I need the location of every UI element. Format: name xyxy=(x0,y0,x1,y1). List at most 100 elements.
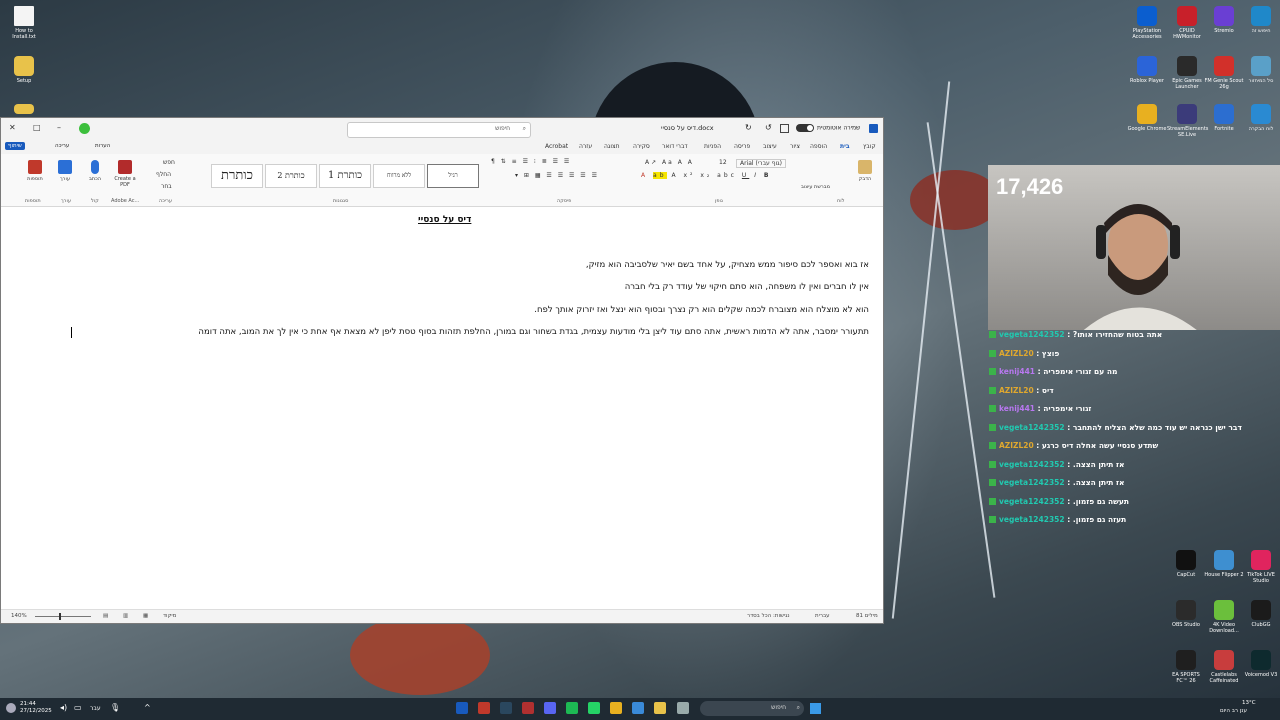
create-pdf-button[interactable]: Create a PDF xyxy=(113,160,137,188)
print-layout-icon[interactable]: ▤ xyxy=(103,613,108,619)
tab-references[interactable]: הפניות xyxy=(704,143,721,150)
undo-icon[interactable]: ↺ xyxy=(765,123,772,132)
desktop-icon[interactable]: PlayStation Accessories xyxy=(1127,6,1167,40)
taskview-app-icon[interactable] xyxy=(677,702,689,714)
mic-icon[interactable]: 🎙 xyxy=(110,703,120,712)
desktop-icon[interactable]: Voicemod V3 xyxy=(1241,650,1280,678)
style-heading-1[interactable]: כותרת 1 xyxy=(319,164,371,188)
desktop-icon[interactable]: CapCut xyxy=(1166,550,1206,578)
spotify-app-icon[interactable] xyxy=(566,702,578,714)
photos-app-icon[interactable] xyxy=(632,702,644,714)
font-size-select[interactable]: 12 xyxy=(719,159,727,166)
tab-review[interactable]: סקירה xyxy=(633,143,650,150)
style-heading-2[interactable]: כותרת 2 xyxy=(265,164,317,188)
share-button[interactable]: שיתוף xyxy=(5,142,25,150)
close-icon[interactable]: ✕ xyxy=(9,123,16,132)
zoom-level[interactable]: 140% xyxy=(11,613,27,619)
find-button[interactable]: חפש xyxy=(163,159,175,166)
chat-username[interactable]: vegeta1242352 xyxy=(999,478,1065,487)
whatsapp-app-icon[interactable] xyxy=(588,702,600,714)
document-title[interactable]: דיס על סנסיי.docx xyxy=(661,124,714,132)
tab-acrobat[interactable]: Acrobat xyxy=(545,143,568,150)
game-app-icon[interactable] xyxy=(478,702,490,714)
desktop-icon[interactable]: Epic Games Launcher xyxy=(1167,56,1207,90)
tab-view[interactable]: תצוגה xyxy=(604,143,620,150)
desktop-icon[interactable]: Stremio xyxy=(1204,6,1244,34)
desktop-icon[interactable]: TikTok LIVE Studio xyxy=(1241,550,1280,584)
search-input[interactable]: חיפוש xyxy=(495,125,510,132)
chat-username[interactable]: vegeta1242352 xyxy=(999,460,1065,469)
replace-button[interactable]: החלף xyxy=(156,171,171,178)
save-icon[interactable] xyxy=(780,124,789,133)
taskbar-search-input[interactable]: חיפוש xyxy=(771,704,786,711)
autosave-toggle[interactable]: שמירה אוטומטית xyxy=(796,124,860,132)
style-no-spacing[interactable]: ללא מרווח xyxy=(373,164,425,188)
accessibility-status[interactable]: נגישות: הכל בסדר xyxy=(747,613,790,619)
chat-username[interactable]: AZIZL20 xyxy=(999,386,1034,395)
paragraph-toolbar-row1[interactable]: ¶ ⇅ ≡ ☰ ⁝ ≣ ☰ ☰ xyxy=(491,158,571,165)
desktop-icon[interactable]: Fortnite xyxy=(1204,104,1244,132)
explorer-app-icon[interactable] xyxy=(654,702,666,714)
chat-username[interactable]: kenij441 xyxy=(999,404,1035,413)
desktop-icon[interactable]: Google Chrome xyxy=(1127,104,1167,132)
chat-username[interactable]: AZIZL20 xyxy=(999,441,1034,450)
search-box[interactable]: חיפוש ⌕ xyxy=(347,122,531,138)
tab-file[interactable]: קובץ xyxy=(863,143,876,150)
word-app-icon[interactable] xyxy=(456,702,468,714)
style-title[interactable]: כותרת xyxy=(211,164,263,188)
addins-button[interactable]: תוספות xyxy=(23,160,47,182)
tab-mailings[interactable]: דברי דואר xyxy=(662,143,688,150)
desktop-icon-how-to-install[interactable]: How to Install.txt xyxy=(4,6,44,40)
start-button[interactable] xyxy=(810,703,821,714)
chat-username[interactable]: AZIZL20 xyxy=(999,349,1034,358)
tab-insert[interactable]: הוספה xyxy=(810,143,827,150)
desktop-icon[interactable]: OBS Studio xyxy=(1166,600,1206,628)
desktop-icon[interactable]: FM Genie Scout 26g xyxy=(1204,56,1244,90)
select-button[interactable]: בחר xyxy=(161,183,172,190)
tab-draw[interactable]: ציור xyxy=(790,143,800,150)
font-grow-shrink[interactable]: A↗ Aa A A xyxy=(645,159,694,166)
media-app-icon[interactable] xyxy=(522,702,534,714)
format-painter-button[interactable]: מברשת עיצוב xyxy=(801,184,830,190)
chat-username[interactable]: vegeta1242352 xyxy=(999,515,1065,524)
font-format-row[interactable]: A ab A x² x₂ abc U I B xyxy=(641,172,771,179)
tab-home[interactable]: בית xyxy=(840,143,850,150)
speaker-icon[interactable]: ◂) xyxy=(60,703,67,712)
clock[interactable]: 21:44 27/12/2025 xyxy=(20,701,52,715)
dictate-button[interactable]: הכתב xyxy=(83,160,107,182)
chat-username[interactable]: kenij441 xyxy=(999,367,1035,376)
comments-button[interactable]: הערות xyxy=(95,143,110,149)
desktop-icon[interactable]: CPUID HWMonitor xyxy=(1167,6,1207,40)
steam-app-icon[interactable] xyxy=(500,702,512,714)
chat-username[interactable]: vegeta1242352 xyxy=(999,423,1065,432)
desktop-icon-folder[interactable] xyxy=(4,104,44,116)
language-status[interactable]: עברית xyxy=(815,613,830,619)
editor-button[interactable]: עורך xyxy=(53,160,77,182)
desktop-icon[interactable]: ClubGG xyxy=(1241,600,1280,628)
zoom-slider-thumb[interactable] xyxy=(59,613,61,620)
focus-button[interactable]: מיקוד xyxy=(163,613,176,619)
tray-expand-icon[interactable]: ^ xyxy=(144,703,151,712)
desktop-icon[interactable]: 4K Video Download... xyxy=(1204,600,1244,634)
paragraph-toolbar-row2[interactable]: ▾ ⊞ ▦ ☰ ☰ ☰ ☰ ☰ xyxy=(515,172,599,179)
input-language[interactable]: עבר xyxy=(90,705,101,712)
copilot-icon[interactable] xyxy=(79,123,90,134)
desktop-icon[interactable]: EA SPORTS FC™ 26 xyxy=(1166,650,1206,684)
tab-layout[interactable]: פריסה xyxy=(734,143,750,150)
tab-help[interactable]: עזרה xyxy=(579,143,592,150)
word-count[interactable]: 81 מילים xyxy=(856,613,878,619)
paste-button[interactable]: הדבק xyxy=(853,160,877,182)
weather-icon[interactable] xyxy=(6,703,16,713)
chat-username[interactable]: vegeta1242352 xyxy=(999,330,1065,339)
desktop-icon[interactable]: Roblox Player xyxy=(1127,56,1167,84)
desktop-icon[interactable]: House Flipper 2 xyxy=(1204,550,1244,578)
desktop-icon[interactable]: Castlelabs Caffeinated xyxy=(1204,650,1244,684)
chat-username[interactable]: vegeta1242352 xyxy=(999,497,1065,506)
document-page[interactable]: דיס על סנסיי אז בוא ואספר לכם סיפור ממש … xyxy=(1,207,883,611)
desktop-icon[interactable]: StreamElements SE.Live xyxy=(1167,104,1208,138)
desktop-icon[interactable]: לוח הבקרה xyxy=(1241,104,1280,132)
font-name-select[interactable]: Arial (גוף עברי) xyxy=(736,159,786,168)
taskbar-search[interactable]: חיפוש ⌕ xyxy=(700,701,804,716)
style-normal[interactable]: רגיל xyxy=(427,164,479,188)
desktop-icon[interactable]: חיפוש זה xyxy=(1241,6,1280,34)
